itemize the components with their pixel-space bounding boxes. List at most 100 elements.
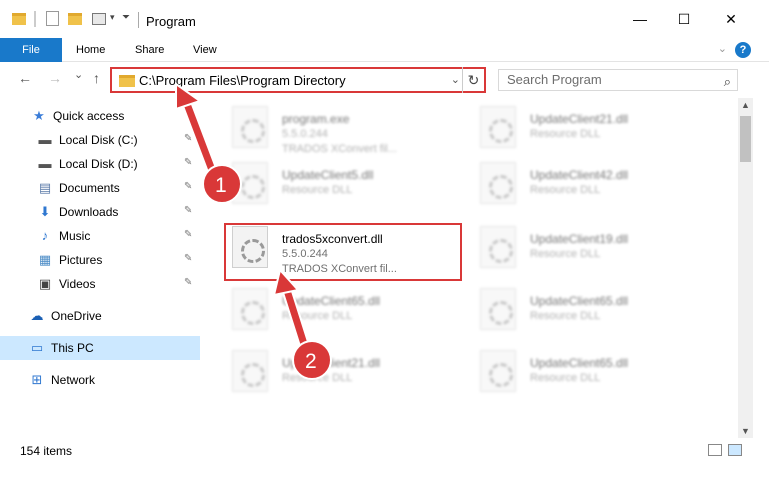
file-version: Resource DLL xyxy=(530,248,601,260)
file-gear-icon xyxy=(480,226,516,268)
sidebar-item-music[interactable]: ♪ Music ✎ xyxy=(0,224,200,248)
document-icon: ▤ xyxy=(38,180,52,195)
customize-toolbar-icon[interactable] xyxy=(92,13,106,25)
file-name: UpdateClient42.dll xyxy=(530,168,629,182)
pin-icon[interactable]: ✎ xyxy=(184,205,192,216)
pin-icon[interactable]: ✎ xyxy=(184,277,192,288)
address-bar[interactable]: C:\Program Files\Program Directory ⌄ ↻ xyxy=(110,67,486,93)
file-item[interactable]: UpdateClient21.dll Resource DLL xyxy=(218,346,458,400)
properties-icon[interactable] xyxy=(46,11,59,26)
sidebar-item-label: Videos xyxy=(59,277,96,291)
file-name: UpdateClient65.dll xyxy=(282,294,381,308)
file-version: 5.5.0.244 xyxy=(282,128,328,140)
scroll-thumb[interactable] xyxy=(740,116,751,162)
scroll-up-icon[interactable]: ▲ xyxy=(738,100,753,110)
sidebar-item-documents[interactable]: ▤ Documents ✎ xyxy=(0,176,200,200)
sidebar-item-label: Pictures xyxy=(59,253,103,267)
picture-icon: ▦ xyxy=(38,252,52,267)
address-path[interactable]: C:\Program Files\Program Directory xyxy=(139,73,346,88)
search-icon: ⌕ xyxy=(723,74,731,89)
file-name: UpdateClient5.dll xyxy=(282,168,374,182)
star-icon: ★ xyxy=(33,108,45,123)
address-dropdown-icon[interactable]: ⌄ xyxy=(451,73,460,86)
download-icon: ⬇ xyxy=(39,204,51,219)
sidebar-item-videos[interactable]: ▣ Videos ✎ xyxy=(0,272,200,296)
sidebar-item-downloads[interactable]: ⬇ Downloads ✎ xyxy=(0,200,200,224)
file-item[interactable]: UpdateClient65.dll Resource DLL xyxy=(466,346,706,400)
file-version: Resource DLL xyxy=(282,184,353,196)
search-placeholder: Search Program xyxy=(507,72,602,87)
maximize-button[interactable]: ☐ xyxy=(661,0,707,38)
video-icon: ▣ xyxy=(38,276,52,291)
new-folder-icon[interactable] xyxy=(68,13,82,25)
tab-home[interactable]: Home xyxy=(76,38,105,62)
title-bar: ▾ ⏷ Program — ☐ ✕ xyxy=(0,0,769,38)
recent-locations-button[interactable]: ⌄ xyxy=(74,68,83,81)
ribbon-tabs: File Home Share View ⌄ ? xyxy=(0,38,769,62)
large-icons-view-icon[interactable] xyxy=(728,444,742,456)
file-name: UpdateClient65.dll xyxy=(530,356,629,370)
file-item[interactable]: UpdateClient42.dll Resource DLL xyxy=(466,158,706,212)
file-version: Resource DLL xyxy=(530,310,601,322)
minimize-button[interactable]: — xyxy=(617,0,663,38)
folder-icon[interactable] xyxy=(12,13,26,25)
sidebar-item-label: Downloads xyxy=(59,205,119,219)
file-gear-icon xyxy=(232,106,268,148)
file-gear-icon xyxy=(232,162,268,204)
refresh-button[interactable]: ↻ xyxy=(462,67,484,93)
close-button[interactable]: ✕ xyxy=(708,0,754,38)
sidebar-item-network[interactable]: ⊞ Network xyxy=(0,368,200,392)
sidebar-item-pictures[interactable]: ▦ Pictures ✎ xyxy=(0,248,200,272)
navigation-bar: ← → ⌄ ↑ C:\Program Files\Program Directo… xyxy=(0,62,769,98)
pin-icon[interactable]: ✎ xyxy=(184,229,192,240)
file-version: Resource DLL xyxy=(530,128,601,140)
item-count: 154 items xyxy=(20,444,73,458)
scroll-down-icon[interactable]: ▼ xyxy=(738,426,753,436)
file-version: Resource DLL xyxy=(530,372,601,384)
sidebar-item-label: Local Disk (D:) xyxy=(59,157,138,171)
pin-icon[interactable]: ✎ xyxy=(184,157,192,168)
sidebar-item-onedrive[interactable]: ☁ OneDrive xyxy=(0,304,200,328)
back-button[interactable]: ← xyxy=(18,70,32,86)
drive-icon: ▬ xyxy=(38,132,52,147)
file-item[interactable]: UpdateClient5.dll Resource DLL xyxy=(218,158,458,212)
sidebar-item-label: Documents xyxy=(59,181,120,195)
pin-icon[interactable]: ✎ xyxy=(184,133,192,144)
sidebar-item-label: Network xyxy=(51,373,96,387)
search-input[interactable]: Search Program ⌕ xyxy=(498,69,738,91)
up-button[interactable]: ↑ xyxy=(93,70,100,86)
file-gear-icon xyxy=(480,162,516,204)
file-item[interactable]: UpdateClient65.dll Resource DLL xyxy=(466,284,706,338)
ribbon-collapse-icon[interactable]: ⌄ xyxy=(718,42,727,55)
sidebar-item-local-disk-d[interactable]: ▬ Local Disk (D:) ✎ xyxy=(0,152,200,176)
file-version: Resource DLL xyxy=(530,184,601,196)
file-gear-icon xyxy=(232,288,268,330)
status-bar: 154 items xyxy=(0,438,769,462)
file-item[interactable]: UpdateClient65.dll Resource DLL xyxy=(218,284,458,338)
details-view-icon[interactable] xyxy=(708,444,722,456)
sidebar-item-label: OneDrive xyxy=(51,309,102,323)
forward-button[interactable]: → xyxy=(48,70,62,86)
help-icon[interactable]: ? xyxy=(735,42,751,58)
quick-access-dropdown-icon[interactable]: ⏷ xyxy=(122,12,136,24)
file-gear-icon xyxy=(480,106,516,148)
file-item[interactable]: program.exe 5.5.0.244 TRADOS XConvert fil.… xyxy=(218,102,458,156)
tab-share[interactable]: Share xyxy=(135,38,164,62)
highlight-box xyxy=(224,223,462,281)
navigation-pane: ★ Quick access ▬ Local Disk (C:) ✎ ▬ Local Dis… xyxy=(0,98,200,428)
file-name: UpdateClient19.dll xyxy=(530,232,629,246)
vertical-scrollbar[interactable]: ▲ ▼ xyxy=(738,98,753,438)
tab-file[interactable]: File xyxy=(0,38,62,62)
file-name: program.exe xyxy=(282,112,350,126)
cloud-icon: ☁ xyxy=(30,308,44,323)
sidebar-item-local-disk-c[interactable]: ▬ Local Disk (C:) ✎ xyxy=(0,128,200,152)
sidebar-item-this-pc[interactable]: ▭ This PC xyxy=(0,336,200,360)
drive-icon: ▬ xyxy=(38,156,52,171)
pin-icon[interactable]: ✎ xyxy=(184,253,192,264)
file-item[interactable]: UpdateClient19.dll Resource DLL xyxy=(466,222,706,276)
sidebar-item-quick-access[interactable]: ★ Quick access xyxy=(0,104,200,128)
file-name: UpdateClient21.dll xyxy=(530,112,629,126)
pin-icon[interactable]: ✎ xyxy=(184,181,192,192)
file-item[interactable]: UpdateClient21.dll Resource DLL xyxy=(466,102,706,156)
tab-view[interactable]: View xyxy=(193,38,217,62)
